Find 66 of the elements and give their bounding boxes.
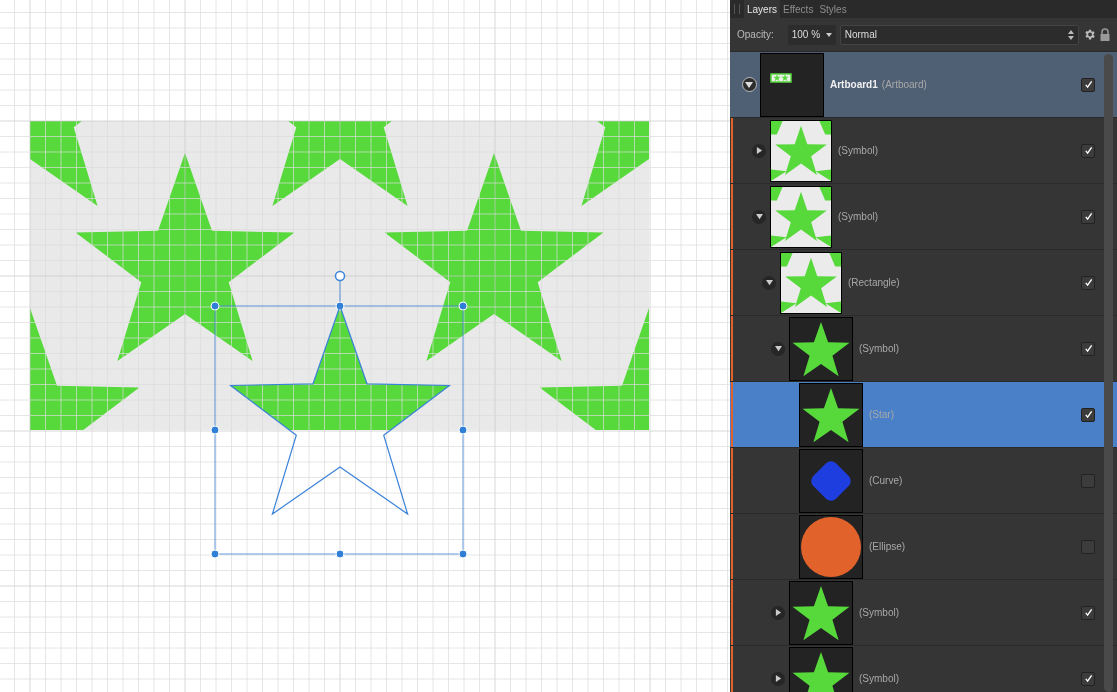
layer-name: (Curve)	[869, 474, 904, 488]
star-pattern-thumbnail	[770, 119, 832, 182]
layer-name: (Symbol)	[838, 210, 879, 224]
opacity-dropdown[interactable]: 100 %	[787, 24, 836, 45]
lock-icon[interactable]	[1100, 28, 1110, 41]
layer-name: (Ellipse)	[869, 540, 907, 554]
star-thumbnail	[789, 580, 853, 645]
selection-handle[interactable]	[210, 549, 220, 559]
panel-tab[interactable]: Effects	[780, 0, 817, 18]
layer-name: (Symbol)	[859, 606, 900, 620]
layer-row[interactable]: (Symbol)	[730, 184, 1117, 250]
selection-handle[interactable]	[458, 425, 468, 435]
layer-name: (Symbol)	[838, 144, 879, 158]
layer-row[interactable]: (Symbol)	[730, 580, 1117, 646]
visibility-checkbox[interactable]	[1081, 77, 1095, 92]
visibility-checkbox[interactable]	[1081, 473, 1095, 488]
panel-grip-icon[interactable]	[734, 4, 740, 14]
visibility-checkbox[interactable]	[1081, 407, 1095, 422]
blend-mode-dropdown[interactable]: Normal	[839, 24, 1079, 45]
visibility-checkbox[interactable]	[1081, 275, 1095, 290]
layer-row[interactable]: Artboard1 (Artboard)	[730, 52, 1117, 118]
layer-name: Artboard1 (Artboard)	[830, 78, 928, 92]
star-pattern-thumbnail	[770, 185, 832, 248]
star-thumbnail	[789, 316, 853, 381]
expand-toggle-icon[interactable]	[771, 671, 785, 686]
collapse-toggle-icon[interactable]	[771, 341, 785, 356]
expand-toggle-icon[interactable]	[771, 605, 785, 620]
panel-tab[interactable]: Layers	[744, 0, 780, 18]
stepper-arrows-icon	[1068, 29, 1074, 40]
visibility-checkbox[interactable]	[1081, 539, 1095, 554]
visibility-checkbox[interactable]	[1081, 671, 1095, 686]
layer-name: (Symbol)	[859, 342, 900, 356]
opacity-label: Opacity:	[737, 28, 774, 42]
layer-row[interactable]: (Symbol)	[730, 118, 1117, 184]
layer-row[interactable]: (Symbol)	[730, 316, 1117, 382]
selection-handle[interactable]	[335, 549, 345, 559]
selection-handle[interactable]	[210, 301, 220, 311]
layer-row[interactable]: (Rectangle)	[730, 250, 1117, 316]
star-thumbnail	[799, 382, 863, 447]
star-thumbnail	[789, 646, 853, 692]
visibility-checkbox[interactable]	[1081, 605, 1095, 620]
visibility-checkbox[interactable]	[1081, 209, 1095, 224]
selection-handle[interactable]	[335, 301, 345, 311]
rotation-handle[interactable]	[334, 270, 346, 282]
selection-handle[interactable]	[210, 425, 220, 435]
layer-name: (Rectangle)	[848, 276, 901, 290]
selection-handle[interactable]	[458, 549, 468, 559]
selected-star-outline[interactable]	[228, 304, 452, 516]
collapse-toggle-icon[interactable]	[762, 275, 776, 290]
circle-thumbnail	[799, 514, 863, 579]
caret-icon	[825, 32, 832, 37]
expand-toggle-icon[interactable]	[752, 143, 766, 158]
layer-name: (Symbol)	[859, 672, 900, 686]
settings-icon[interactable]	[1083, 28, 1096, 41]
panel-tab[interactable]: Styles	[816, 0, 850, 18]
layer-row[interactable]: (Ellipse)	[730, 514, 1117, 580]
layer-name: (Star)	[869, 408, 895, 422]
collapse-toggle-icon[interactable]	[741, 77, 757, 92]
visibility-checkbox[interactable]	[1081, 143, 1095, 158]
collapse-toggle-icon[interactable]	[752, 209, 766, 224]
selection-handle[interactable]	[458, 301, 468, 311]
scrollbar[interactable]	[1104, 54, 1113, 692]
diamond-thumbnail	[799, 448, 863, 513]
visibility-checkbox[interactable]	[1081, 341, 1095, 356]
layer-row[interactable]: (Curve)	[730, 448, 1117, 514]
star-pattern-thumbnail	[780, 251, 842, 314]
